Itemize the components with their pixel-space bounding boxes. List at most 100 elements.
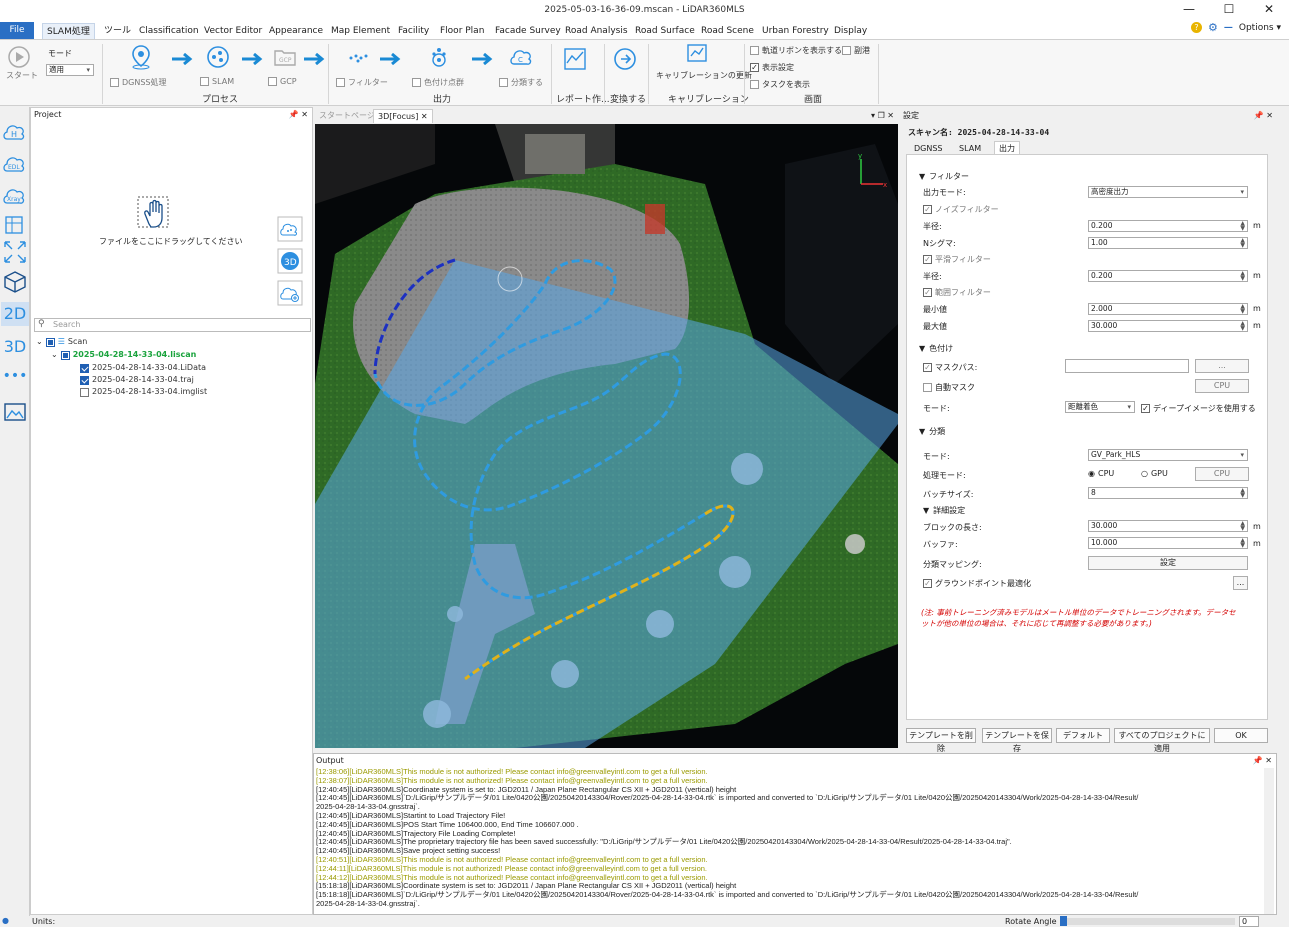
filter-checkbox[interactable]: フィルター xyxy=(336,77,388,88)
tree-checkbox[interactable] xyxy=(60,350,70,360)
start-play-icon[interactable] xyxy=(6,44,32,70)
colorize-icon[interactable] xyxy=(426,44,452,70)
tab-controls[interactable]: ▾ ❐ ✕ xyxy=(867,109,898,123)
radius2-input[interactable]: 0.200 ▲ ▼ xyxy=(1088,270,1248,282)
drop-zone[interactable]: ファイルをここにドラッグしてください 3D xyxy=(31,122,312,322)
menu-slam[interactable]: SLAM処理 xyxy=(42,23,95,39)
max-input[interactable]: 30.000 ▲ ▼ xyxy=(1088,320,1248,332)
menu-road-analysis[interactable]: Road Analysis xyxy=(561,23,632,39)
batch-input[interactable]: 8 ▲ ▼ xyxy=(1088,487,1248,499)
delete-template-button[interactable]: テンプレートを削除 xyxy=(906,728,976,753)
settings-gear-icon[interactable]: ⚙ xyxy=(1208,21,1218,34)
menu-map-element[interactable]: Map Element xyxy=(327,23,394,39)
dgnss-pin-icon[interactable] xyxy=(128,44,154,70)
menu-road-surface[interactable]: Road Surface xyxy=(631,23,699,39)
xray-cloud-icon[interactable]: Xray xyxy=(2,183,28,209)
menu-vector-editor[interactable]: Vector Editor xyxy=(200,23,266,39)
tree-row-lidata[interactable]: 2025-04-28-14-33-04.LiData xyxy=(80,362,206,374)
bounding-box-icon[interactable] xyxy=(2,213,28,239)
tree-row-liscan[interactable]: ⌄ 2025-04-28-14-33-04.liscan xyxy=(51,349,196,361)
classify-cloud-icon[interactable]: C xyxy=(508,44,534,70)
default-button[interactable]: デフォルト xyxy=(1056,728,1110,743)
min-input[interactable]: 2.000 ▲ ▼ xyxy=(1088,303,1248,315)
noise-filter-checkbox[interactable]: ✓ ノイズフィルター xyxy=(923,204,999,215)
expand-arrows-icon[interactable] xyxy=(2,239,28,265)
menu-classification[interactable]: Classification xyxy=(135,23,203,39)
menu-display[interactable]: Display xyxy=(830,23,871,39)
tab-start-page[interactable]: スタートページ xyxy=(315,109,379,123)
pin-close-icons[interactable]: 📌 ✕ xyxy=(1254,109,1273,123)
help-icon[interactable]: ? xyxy=(1191,22,1202,33)
smooth-filter-checkbox[interactable]: ✓ 平滑フィルター xyxy=(923,254,991,265)
close-button[interactable]: ✕ xyxy=(1249,0,1289,20)
tree-row-scan[interactable]: ⌄ ☰ Scan xyxy=(36,336,87,348)
slam-icon[interactable] xyxy=(205,44,231,70)
menu-urban-forestry[interactable]: Urban Forestry xyxy=(758,23,833,39)
tab-3d-focus[interactable]: 3D[Focus] ✕ xyxy=(373,109,433,123)
convert-icon[interactable] xyxy=(612,46,638,72)
output-scrollbar[interactable] xyxy=(1264,768,1274,914)
cube-icon[interactable] xyxy=(2,269,28,295)
filter-section-header[interactable]: ▼ フィルター xyxy=(919,171,969,182)
class-mode-select[interactable]: GV_Park_HLS ▾ xyxy=(1088,449,1248,461)
tree-checkbox[interactable] xyxy=(80,375,89,385)
menu-facade-survey[interactable]: Facade Survey xyxy=(491,23,565,39)
edl-cloud-icon[interactable]: EDL xyxy=(2,151,28,177)
filter-dots-icon[interactable] xyxy=(346,44,372,70)
menu-facility[interactable]: Facility xyxy=(394,23,433,39)
class-section-header[interactable]: ▼ 分類 xyxy=(919,426,945,437)
tree-checkbox[interactable] xyxy=(80,363,89,373)
calib-update-label[interactable]: キャリブレーションの更新 xyxy=(656,70,752,81)
tree-checkbox[interactable] xyxy=(80,387,89,397)
report-chart-icon[interactable] xyxy=(562,46,588,72)
gcp-folder-icon[interactable]: GCP xyxy=(272,44,298,70)
output-log[interactable]: [12:38:06][LiDAR360MLS]This module is no… xyxy=(316,768,1264,914)
nsigma-input[interactable]: 1.00 ▲ ▼ xyxy=(1088,237,1248,249)
minimize-ribbon-icon[interactable]: — xyxy=(1224,23,1233,33)
class-map-button[interactable]: 設定 xyxy=(1088,556,1248,570)
expand-icon[interactable]: ⌄ xyxy=(36,336,43,348)
save-template-button[interactable]: テンプレートを保存 xyxy=(982,728,1052,753)
menu-road-scene[interactable]: Road Scene xyxy=(697,23,758,39)
spin-arrows-icon[interactable]: ▲ ▼ xyxy=(1240,304,1245,315)
mask-path-checkbox[interactable]: ✓ マスクパス: xyxy=(923,362,977,373)
spin-arrows-icon[interactable]: ▲ ▼ xyxy=(1240,238,1245,249)
spin-arrows-icon[interactable]: ▲ ▼ xyxy=(1240,321,1245,332)
pin-close-icons[interactable]: 📌 ✕ xyxy=(289,108,308,122)
color-mode-select[interactable]: 距離着色 ▾ xyxy=(1065,401,1135,413)
cpu-button-2[interactable]: CPU xyxy=(1195,467,1249,481)
spin-arrows-icon[interactable]: ▲ ▼ xyxy=(1240,221,1245,232)
mask-path-input[interactable] xyxy=(1065,359,1189,373)
range-filter-checkbox[interactable]: ✓ 範囲フィルター xyxy=(923,287,991,298)
menu-appearance[interactable]: Appearance xyxy=(265,23,327,39)
browse-button[interactable]: ... xyxy=(1195,359,1249,373)
spin-arrows-icon[interactable]: ▲ ▼ xyxy=(1240,271,1245,282)
gcp-checkbox[interactable]: GCP xyxy=(268,77,297,86)
output-mode-select[interactable]: 高密度出力 ▾ xyxy=(1088,186,1248,198)
ok-button[interactable]: OK xyxy=(1214,728,1268,743)
detail-section-header[interactable]: ▼ 詳細設定 xyxy=(923,505,965,516)
apply-all-button[interactable]: すべてのプロジェクトに適用 xyxy=(1114,728,1210,753)
more-dots-icon[interactable]: ••• xyxy=(2,369,28,395)
3d-cloud-icon[interactable]: 3D xyxy=(277,248,303,274)
spin-arrows-icon[interactable]: ▲ ▼ xyxy=(1240,521,1245,532)
image-icon[interactable] xyxy=(2,399,28,425)
spin-arrows-icon[interactable]: ▲ ▼ xyxy=(1240,538,1245,549)
view-3d-button[interactable]: 3D xyxy=(2,335,28,361)
add-cloud-icon[interactable] xyxy=(277,280,303,306)
show-traj-checkbox[interactable]: 軌道リボンを表示する xyxy=(750,45,842,56)
menu-file[interactable]: File xyxy=(0,22,34,39)
calibration-icon[interactable] xyxy=(684,42,710,68)
color-section-header[interactable]: ▼ 色付け xyxy=(919,343,953,354)
rotate-angle-slider[interactable] xyxy=(1060,916,1235,926)
close-tab-icon[interactable]: ✕ xyxy=(421,112,428,121)
show-task-checkbox[interactable]: タスクを表示 xyxy=(750,79,810,90)
deep-image-checkbox[interactable]: ✓ ディープイメージを使用する xyxy=(1141,403,1256,414)
menu-floor-plan[interactable]: Floor Plan xyxy=(436,23,488,39)
tree-row-imglist[interactable]: 2025-04-28-14-33-04.imglist xyxy=(80,386,207,398)
point-cloud-viewport[interactable]: y x xyxy=(315,124,898,748)
dgnss-checkbox[interactable]: DGNSS処理 xyxy=(110,77,167,88)
ground-opt-more-button[interactable]: ... xyxy=(1233,576,1248,590)
radius-input[interactable]: 0.200 ▲ ▼ xyxy=(1088,220,1248,232)
classify-checkbox[interactable]: 分類する xyxy=(499,77,543,88)
